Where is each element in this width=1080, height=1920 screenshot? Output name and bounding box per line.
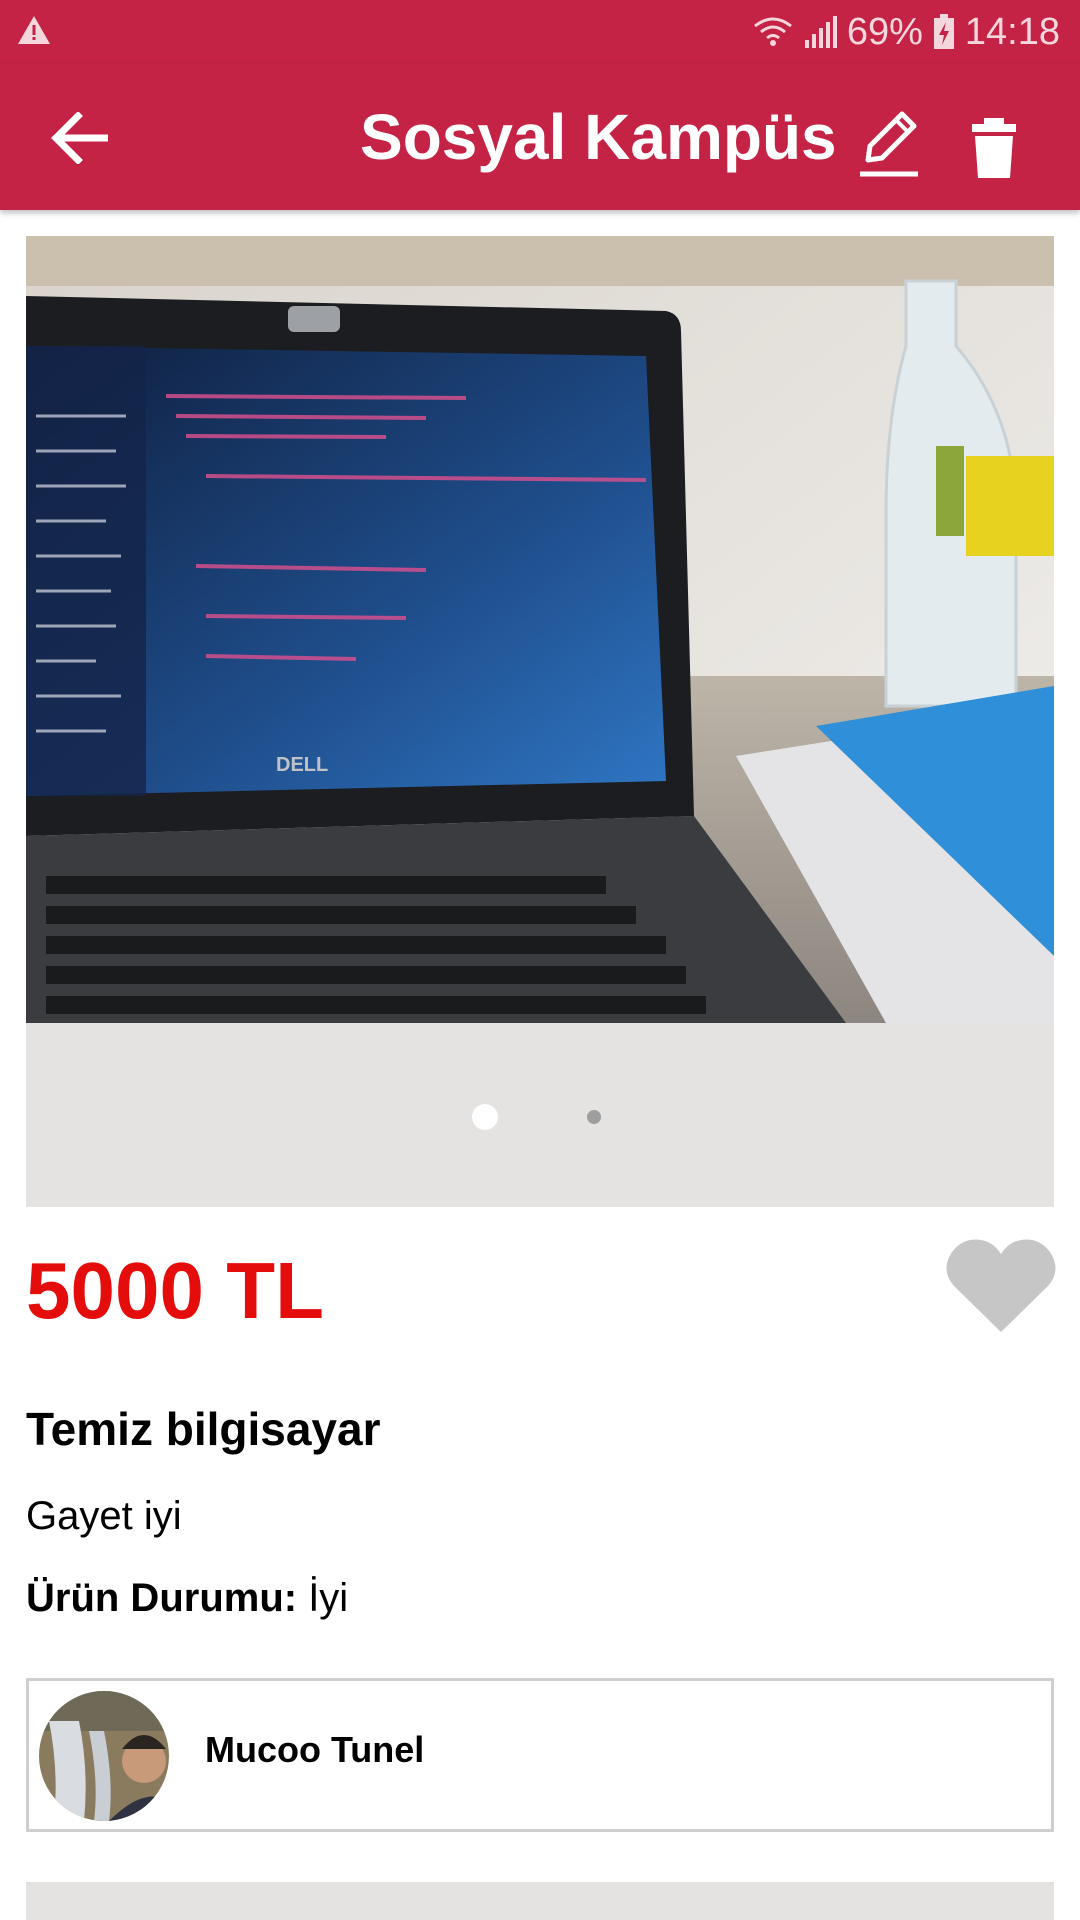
delete-button[interactable] (962, 104, 1026, 184)
heart-icon (946, 1239, 1056, 1332)
trash-icon (972, 118, 1016, 178)
listing-condition: Ürün Durumu: İyi (26, 1576, 348, 1621)
clock: 14:18 (964, 10, 1060, 53)
svg-text:DELL: DELL (276, 754, 328, 776)
avatar[interactable] (39, 1691, 169, 1821)
battery-percent: 69% (846, 10, 923, 53)
back-arrow-icon (51, 112, 108, 164)
battery-charging-icon (933, 14, 954, 49)
seller-name[interactable]: Mucoo Tunel (205, 1729, 424, 1771)
condition-value: İyi (297, 1576, 349, 1620)
back-button[interactable] (40, 98, 120, 178)
pagination-dot-active[interactable] (472, 1104, 498, 1130)
listing-title: Temiz bilgisayar (26, 1403, 381, 1455)
listing-photo[interactable]: DELL (26, 236, 1054, 1023)
listing-description: Gayet iyi (26, 1494, 182, 1538)
edit-pencil-icon (860, 111, 918, 177)
edit-button[interactable] (856, 104, 926, 184)
image-gallery[interactable]: DELL (26, 236, 1054, 1207)
listing-price: 5000 TL (26, 1246, 324, 1335)
next-section-placeholder (26, 1882, 1054, 1920)
app-bar: Sosyal Kampüs (0, 64, 1080, 210)
status-bar: 69% 14:18 (0, 0, 1080, 64)
signal-icon (804, 16, 837, 48)
warning-icon (18, 16, 50, 44)
seller-card[interactable]: Mucoo Tunel (26, 1678, 1054, 1832)
condition-label: Ürün Durumu: (26, 1576, 298, 1620)
gallery-pagination (26, 1096, 1054, 1136)
wifi-icon (753, 17, 792, 46)
favorite-button[interactable] (946, 1236, 1056, 1336)
app-title: Sosyal Kampüs (360, 101, 837, 173)
pagination-dot[interactable] (587, 1110, 601, 1124)
